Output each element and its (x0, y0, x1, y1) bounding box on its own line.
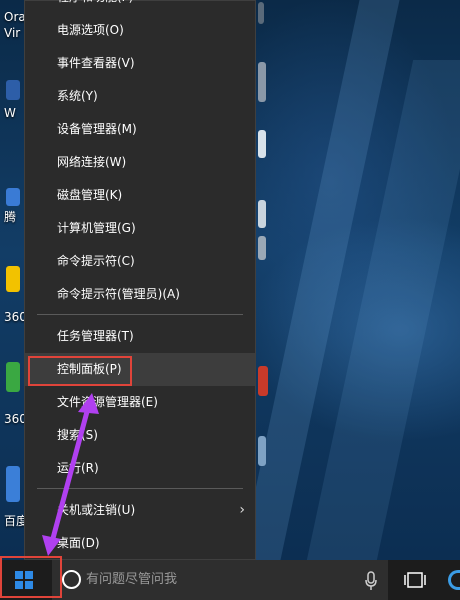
edge-browser-icon[interactable] (448, 570, 460, 590)
annotation-highlight-control-panel (28, 356, 132, 386)
menu-item-shutdown-signout[interactable]: 关机或注销(U) › (25, 494, 255, 527)
menu-item-disk-management[interactable]: 磁盘管理(K) (25, 179, 255, 212)
menu-item-device-manager[interactable]: 设备管理器(M) (25, 113, 255, 146)
desktop-icon-partial[interactable] (258, 200, 266, 228)
microphone-icon[interactable] (364, 571, 378, 591)
app-icon (6, 362, 20, 392)
menu-item-computer-management[interactable]: 计算机管理(G) (25, 212, 255, 245)
chevron-right-icon: › (239, 502, 245, 518)
desktop-icon-label: Ora (4, 10, 26, 24)
menu-item-search[interactable]: 搜索(S) (25, 419, 255, 452)
desktop-icon-partial[interactable] (258, 2, 264, 24)
taskbar: 有问题尽管问我 (0, 560, 460, 600)
task-view-icon[interactable] (404, 572, 426, 588)
menu-separator (37, 488, 243, 489)
desktop-icon-partial[interactable] (258, 436, 266, 466)
search-placeholder: 有问题尽管问我 (86, 572, 178, 587)
app-icon (6, 466, 20, 502)
menu-separator (37, 314, 243, 315)
menu-item-task-manager[interactable]: 任务管理器(T) (25, 320, 255, 353)
menu-item-command-prompt[interactable]: 命令提示符(C) (25, 245, 255, 278)
app-icon (6, 188, 20, 206)
menu-item-power-options[interactable]: 电源选项(O) (25, 14, 255, 47)
app-icon (6, 266, 20, 292)
annotation-highlight-start-button (0, 556, 62, 598)
desktop-icon-partial[interactable] (258, 62, 266, 102)
menu-item-label: 关机或注销(U) (57, 503, 136, 517)
document-icon (6, 80, 20, 100)
menu-item-run[interactable]: 运行(R) (25, 452, 255, 485)
cortana-circle-icon (62, 570, 81, 589)
desktop-icon-partial[interactable] (258, 366, 268, 396)
menu-item-event-viewer[interactable]: 事件查看器(V) (25, 47, 255, 80)
desktop-icon-label: W (4, 106, 16, 120)
winx-context-menu: 程序和功能(F) 电源选项(O) 事件查看器(V) 系统(Y) 设备管理器(M)… (24, 0, 256, 560)
menu-item-command-prompt-admin[interactable]: 命令提示符(管理员)(A) (25, 278, 255, 311)
desktop-icon-partial[interactable] (258, 130, 266, 158)
menu-item-system[interactable]: 系统(Y) (25, 80, 255, 113)
desktop-icon-label: 腾 (4, 210, 17, 224)
desktop-icon-partial[interactable] (258, 236, 266, 260)
menu-item-programs-features[interactable]: 程序和功能(F) (25, 0, 255, 14)
menu-item-file-explorer[interactable]: 文件资源管理器(E) (25, 386, 255, 419)
cortana-search-box[interactable]: 有问题尽管问我 (52, 560, 388, 600)
menu-item-network-connections[interactable]: 网络连接(W) (25, 146, 255, 179)
desktop-icon-label: Vir (4, 26, 21, 40)
